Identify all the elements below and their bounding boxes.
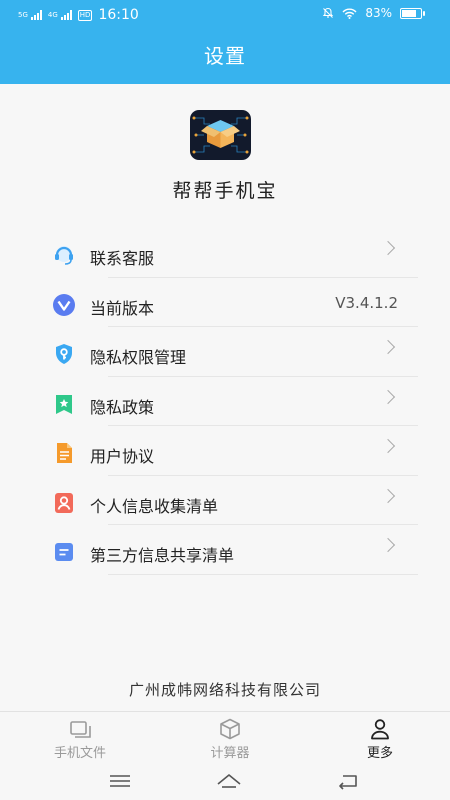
menu-item-user-agreement[interactable]: 用户协议	[0, 426, 450, 476]
tab-bar-divider	[0, 711, 450, 712]
settings-menu: 联系客服 当前版本 V3.4.1.2 隐私权限管理 隐私政策 用户协议 个人信息…	[0, 228, 450, 575]
privacy-shield-icon	[52, 342, 76, 366]
tab-label: 手机文件	[53, 746, 106, 761]
tab-label: 计算器	[210, 746, 250, 761]
wifi-icon	[342, 8, 357, 19]
status-bar: 5G 4G HD 16:10 83%	[0, 0, 450, 30]
app-logo	[190, 110, 251, 160]
status-time: 16:10	[98, 7, 139, 23]
tab-phone-files[interactable]: 手机文件	[30, 718, 130, 761]
version-icon	[52, 293, 76, 317]
status-bar-left: 5G 4G HD 16:10	[18, 7, 139, 23]
header: 5G 4G HD 16:10 83% 设置	[0, 0, 450, 84]
policy-icon	[52, 392, 76, 416]
status-bar-right: 83%	[322, 6, 425, 20]
battery-text: 83%	[365, 6, 392, 20]
chevron-right-icon	[380, 537, 396, 553]
menu-item-label: 当前版本	[90, 298, 155, 318]
chevron-right-icon	[380, 240, 396, 256]
chevron-right-icon	[380, 339, 396, 355]
chevron-right-icon	[380, 438, 396, 454]
version-value: V3.4.1.2	[335, 293, 398, 312]
signal-icon	[30, 10, 42, 20]
signal-icon	[60, 10, 72, 20]
chevron-right-icon	[380, 389, 396, 404]
network-label-2: 4G	[47, 10, 58, 19]
back-icon[interactable]	[333, 770, 363, 792]
chevron-right-icon	[380, 488, 396, 503]
battery-level	[402, 9, 417, 17]
menu-item-label: 隐私权限管理	[90, 348, 187, 367]
tab-more[interactable]: 更多	[330, 718, 430, 761]
third-party-share-icon	[52, 540, 76, 564]
battery-icon	[400, 7, 425, 19]
mute-icon	[323, 7, 334, 18]
menu-item-contact-service[interactable]: 联系客服	[0, 228, 450, 278]
network-label-1: 5G	[18, 10, 28, 19]
menu-item-label: 联系客服	[90, 249, 155, 268]
menu-item-third-party-share-list[interactable]: 第三方信息共享清单	[0, 525, 450, 575]
tab-calculator[interactable]: 计算器	[180, 718, 280, 761]
menu-icon[interactable]	[105, 770, 135, 792]
app-name: 帮帮手机宝	[172, 180, 278, 202]
page-title: 设置	[204, 44, 246, 68]
menu-item-label: 第三方信息共享清单	[90, 546, 235, 565]
hd-badge: HD	[77, 9, 93, 21]
home-icon[interactable]	[214, 770, 244, 792]
divider	[108, 573, 418, 575]
menu-item-privacy-policy[interactable]: 隐私政策	[0, 377, 450, 426]
agreement-icon	[52, 441, 76, 465]
customer-service-icon	[52, 243, 76, 267]
menu-item-current-version[interactable]: 当前版本 V3.4.1.2	[0, 278, 450, 327]
box-icon	[218, 718, 242, 740]
tab-label: 更多	[366, 746, 393, 761]
menu-item-label: 隐私政策	[90, 397, 155, 417]
menu-item-personal-info-list[interactable]: 个人信息收集清单	[0, 476, 450, 525]
menu-item-privacy-permissions[interactable]: 隐私权限管理	[0, 327, 450, 377]
menu-item-label: 个人信息收集清单	[90, 496, 219, 516]
company-name: 广州成帏网络科技有限公司	[128, 681, 321, 699]
person-icon	[368, 718, 392, 740]
menu-item-label: 用户协议	[90, 447, 155, 466]
system-nav-bar	[0, 762, 450, 800]
personal-info-icon	[52, 491, 76, 515]
phone-files-icon	[68, 718, 92, 740]
